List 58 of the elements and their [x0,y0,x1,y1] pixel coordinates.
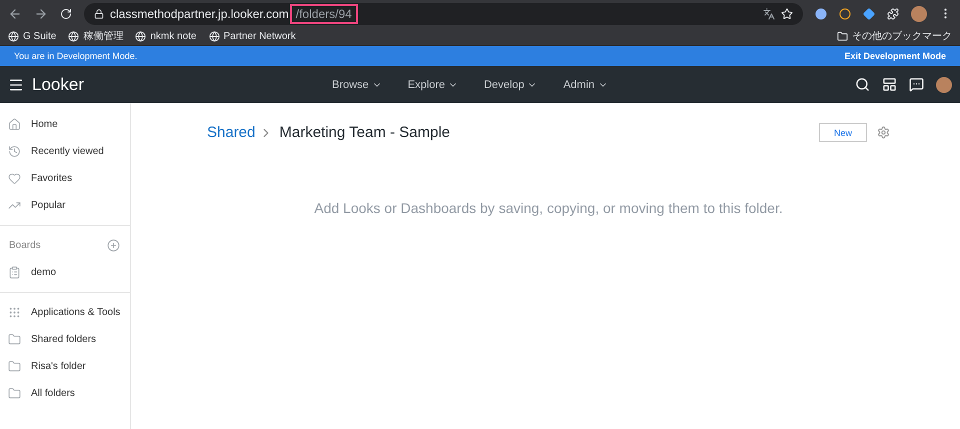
nav-menu[interactable]: Explore [408,78,458,90]
sidebar-item[interactable]: Home [0,111,130,138]
bookmark[interactable]: Partner Network [208,30,296,42]
clipboard-icon [8,266,21,279]
globe-icon [135,30,146,42]
sidebar-item[interactable]: Recently viewed [0,138,130,165]
home-icon [8,118,21,131]
boards-heading: Boards [9,240,41,251]
user-avatar[interactable] [936,76,952,92]
globe-icon [68,30,80,42]
sidebar-item[interactable]: Shared folders [0,326,130,353]
exit-dev-mode-link[interactable]: Exit Development Mode [844,51,946,61]
search-icon[interactable] [855,77,870,92]
sidebar-item[interactable]: Risa's folder [0,353,130,380]
folder-title: Marketing Team - Sample [279,124,450,141]
sidebar-item[interactable]: Applications & Tools [0,299,130,326]
bookmark[interactable]: nkmk note [135,30,196,42]
help-icon[interactable] [909,77,924,92]
settings-icon[interactable] [877,126,890,139]
sidebar-item[interactable]: Favorites [0,165,130,192]
folder-icon [8,360,21,373]
back-icon[interactable] [8,6,22,20]
logo[interactable]: Looker [32,74,332,94]
breadcrumb-link[interactable]: Shared [207,124,256,141]
other-bookmarks[interactable]: その他のブックマーク [837,29,952,43]
nav-menu[interactable]: Develop [484,78,538,90]
globe-icon [208,30,220,42]
bookmark[interactable]: G Suite [8,30,56,42]
globe-icon [8,30,19,42]
sidebar-item[interactable]: Popular [0,192,130,219]
history-icon [8,145,21,158]
folder-icon [8,387,21,400]
sidebar-item[interactable]: demo [0,259,130,286]
grid-icon [8,306,21,319]
dev-mode-message: You are in Development Mode. [14,51,138,61]
nav-menu[interactable]: Admin [563,78,608,90]
empty-message: Add Looks or Dashboards by saving, copying, or moving them to this folder. [313,200,784,216]
folder-icon [837,30,848,42]
nav-menu[interactable]: Browse [332,78,382,90]
gem-icon[interactable] [863,8,875,20]
sidebar-item[interactable]: All folders [0,380,130,407]
address-bar[interactable]: classmethodpartner.jp.looker.com /folders/94 [84,2,803,24]
translate-icon[interactable] [763,8,775,20]
bookmark[interactable]: 稼働管理 [68,29,124,43]
profile-avatar[interactable] [911,6,927,22]
forward-icon[interactable] [34,6,48,20]
new-button[interactable]: New [819,123,867,142]
star-icon[interactable] [781,8,793,20]
extensions-icon[interactable] [887,8,899,20]
url-host: classmethodpartner.jp.looker.com [110,6,289,20]
url-path: /folders/94 [292,6,356,22]
layout-icon[interactable] [882,77,897,92]
reload-icon[interactable] [60,8,72,20]
heart-icon [8,172,21,185]
folder-icon [8,333,21,346]
menu-icon[interactable] [8,76,24,92]
add-board-icon[interactable] [107,239,120,252]
lock-icon [94,8,104,18]
